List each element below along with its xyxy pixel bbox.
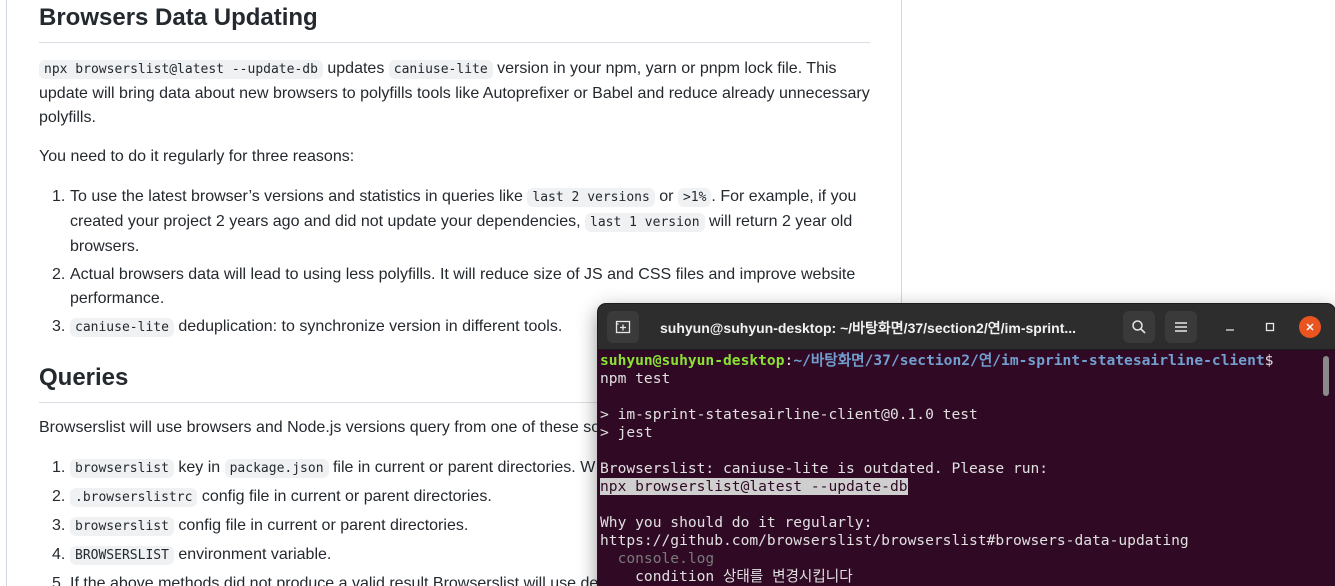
new-tab-button[interactable]	[607, 311, 639, 343]
new-tab-icon	[615, 320, 631, 334]
minimize-button[interactable]	[1219, 316, 1241, 338]
code-browserslist-env: BROWSERSLIST	[70, 546, 174, 565]
output-line: > im-sprint-statesairline-client@0.1.0 t…	[600, 406, 978, 423]
close-button[interactable]	[1299, 316, 1321, 338]
terminal-title: suhyun@suhyun-desktop: ~/바탕화면/37/section…	[660, 320, 1077, 336]
code-last-2-versions: last 2 versions	[527, 188, 655, 207]
terminal-titlebar[interactable]: suhyun@suhyun-desktop: ~/바탕화면/37/section…	[598, 304, 1335, 350]
code-package-json: package.json	[224, 459, 329, 478]
code-update-db-command: npx browserslist@latest --update-db	[39, 60, 323, 79]
output-link[interactable]: https://github.com/browserslist/browsers…	[600, 532, 1318, 550]
output-line: > jest	[600, 424, 653, 441]
search-icon	[1132, 320, 1146, 334]
prompt-user: suhyun@suhyun-desktop	[600, 352, 785, 369]
selected-update-command[interactable]: npx browserslist@latest --update-db	[600, 478, 908, 495]
output-line: console.log	[600, 550, 715, 567]
heading-browsers-data-updating: Browsers Data Updating	[39, 3, 870, 43]
terminal-output[interactable]: suhyun@suhyun-desktop:~/바탕화면/37/section2…	[600, 352, 1318, 586]
code-gt-1-percent: >1%	[677, 188, 712, 207]
list-item: 1. To use the latest browser’s versions …	[52, 188, 857, 255]
code-browserslist: browserslist	[70, 517, 174, 536]
hamburger-menu-icon	[1175, 322, 1187, 332]
search-button[interactable]	[1123, 311, 1155, 343]
code-browserslistrc: .browserslistrc	[70, 488, 198, 507]
terminal-scrollbar[interactable]	[1323, 356, 1329, 396]
prompt-line: suhyun@suhyun-desktop:~/바탕화면/37/section2…	[600, 352, 1274, 369]
paragraph-reasons-intro: You need to do it regularly for three re…	[39, 148, 355, 165]
maximize-icon	[1265, 322, 1275, 332]
code-browserslist: browserslist	[70, 459, 174, 478]
code-caniuse-lite: caniuse-lite	[388, 60, 493, 79]
prompt-path: ~/바탕화면	[793, 352, 865, 369]
code-last-1-version: last 1 version	[585, 213, 705, 232]
code-caniuse-lite: caniuse-lite	[70, 318, 174, 337]
paragraph-update-db: npx browserslist@latest --update-db upda…	[39, 60, 870, 126]
minimize-icon	[1226, 329, 1234, 331]
command-line: npm test	[600, 370, 671, 387]
maximize-button[interactable]	[1259, 316, 1281, 338]
terminal-window[interactable]: suhyun@suhyun-desktop: ~/바탕화면/37/section…	[598, 304, 1335, 586]
menu-button[interactable]	[1165, 311, 1197, 343]
output-line: Why you should do it regularly:	[600, 514, 873, 531]
output-line: condition 상태를 변경시킵니다	[600, 568, 853, 585]
output-line: Browserslist: caniuse-lite is outdated. …	[600, 460, 1049, 477]
close-icon	[1306, 323, 1314, 331]
